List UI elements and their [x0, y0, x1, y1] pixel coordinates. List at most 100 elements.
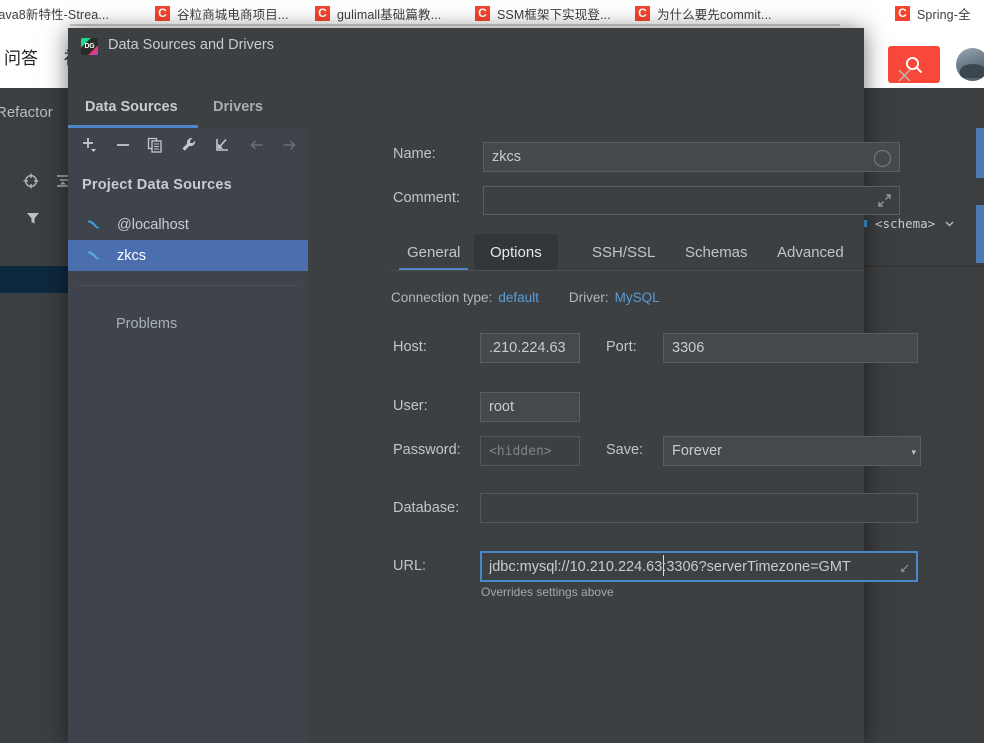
tab-general-label: General — [407, 244, 461, 261]
connection-info-row: Connection type: default Driver: MySQL — [391, 290, 660, 305]
csdn-favicon-icon: C — [155, 5, 170, 21]
data-source-settings-pane: Name: zkcs Comment: General Options SSH/… — [308, 64, 921, 743]
browser-tab-label: Spring-全 — [917, 7, 971, 22]
csdn-favicon-icon: C — [895, 5, 910, 21]
browser-tab-label: gulimall基础篇教... — [337, 7, 442, 22]
browser-tab[interactable]: Java8新特性-Strea... — [0, 0, 109, 26]
name-input[interactable]: zkcs — [483, 142, 900, 172]
browser-tab-label: 为什么要先commit... — [657, 7, 772, 22]
user-input[interactable]: root — [480, 392, 580, 422]
browser-tab[interactable]: C 为什么要先commit... — [635, 0, 772, 26]
properties-button[interactable] — [176, 132, 202, 158]
user-label: User: — [393, 398, 428, 414]
import-arrow-icon — [216, 138, 228, 151]
user-avatar[interactable] — [956, 48, 984, 81]
chevron-down-icon — [945, 221, 954, 226]
password-input-value: <hidden> — [489, 443, 552, 459]
chevron-down-icon: ▾ — [911, 447, 916, 457]
problems-item[interactable]: Problems — [116, 316, 177, 332]
plus-icon — [83, 138, 96, 152]
arrow-left-icon — [250, 140, 263, 150]
port-input[interactable]: 3306 — [663, 333, 918, 363]
browser-tab-label: Java8新特性-Strea... — [0, 7, 110, 22]
datagrip-icon: DG — [81, 38, 98, 55]
connection-type-label: Connection type: — [391, 290, 493, 305]
ide-scrollbar-thumb[interactable] — [976, 205, 984, 263]
expand-icon[interactable] — [898, 562, 911, 575]
tab-drivers[interactable]: Drivers — [213, 99, 263, 115]
wrench-icon — [182, 138, 196, 151]
tab-general[interactable]: General — [391, 234, 476, 271]
navigate-forward-button[interactable] — [276, 132, 302, 158]
name-label: Name: — [393, 146, 436, 162]
save-dropdown-value: Forever — [672, 443, 722, 459]
browser-tab[interactable]: C SSM框架下实现登... — [475, 0, 611, 26]
password-label: Password: — [393, 442, 461, 458]
driver-value[interactable]: MySQL — [615, 290, 660, 305]
dialog-title: Data Sources and Drivers — [108, 37, 275, 53]
expand-icon[interactable] — [877, 193, 892, 208]
filter-icon[interactable] — [25, 210, 41, 226]
csdn-favicon-icon: C — [635, 5, 650, 21]
remove-data-source-button[interactable] — [110, 132, 136, 158]
locate-icon[interactable] — [22, 172, 40, 190]
duplicate-data-source-button[interactable] — [142, 132, 168, 158]
save-dropdown[interactable]: Forever ▾ — [663, 436, 921, 466]
password-input[interactable]: <hidden> — [480, 436, 580, 466]
comment-label: Comment: — [393, 190, 460, 206]
tab-data-sources[interactable]: Data Sources — [85, 99, 178, 115]
left-pane-tabs: Data Sources Drivers — [68, 92, 308, 128]
left-pane-toolbar — [68, 128, 308, 164]
data-sources-group-header: Project Data Sources — [82, 177, 232, 193]
import-button[interactable] — [210, 132, 236, 158]
ide-menu-refactor[interactable]: Refactor — [0, 104, 53, 121]
data-source-item-zkcs[interactable]: zkcs — [68, 240, 308, 271]
tab-options-label: Options — [490, 244, 542, 261]
color-swatch-icon[interactable] — [874, 150, 891, 167]
settings-tabs: General Options SSH/SSL Schemas Advanced — [391, 234, 864, 271]
add-data-source-button[interactable] — [76, 132, 102, 158]
data-sources-left-pane: Data Sources Drivers Project Data Source… — [68, 92, 308, 743]
text-cursor — [663, 555, 664, 576]
tab-schemas[interactable]: Schemas — [669, 234, 764, 271]
url-input[interactable]: jdbc:mysql://10.210.224.63:3306?serverTi… — [480, 551, 918, 582]
nav-link-qa[interactable]: 问答 — [4, 44, 38, 69]
browser-tab[interactable]: C Spring-全 — [895, 0, 971, 26]
ide-scrollbar-thumb[interactable] — [976, 128, 984, 178]
data-source-label: zkcs — [117, 247, 146, 264]
database-label: Database: — [393, 500, 460, 516]
url-input-value: jdbc:mysql://10.210.224.63:3306?serverTi… — [489, 558, 851, 575]
tabs-divider — [391, 270, 864, 271]
data-source-label: @localhost — [117, 216, 189, 233]
name-input-value: zkcs — [492, 149, 521, 165]
port-input-value: 3306 — [672, 340, 705, 356]
browser-tab[interactable]: C 谷粒商城电商项目... — [155, 0, 289, 26]
data-sources-dialog: DG Data Sources and Drivers Data Sources… — [68, 28, 921, 743]
tab-schemas-label: Schemas — [685, 244, 748, 261]
copy-icon — [147, 137, 162, 153]
tab-ssh-ssl[interactable]: SSH/SSL — [576, 234, 671, 271]
comment-input[interactable] — [483, 186, 900, 215]
dialog-title-bar: DG Data Sources and Drivers — [68, 28, 864, 64]
save-label: Save: — [606, 442, 644, 458]
tab-options[interactable]: Options — [474, 234, 558, 271]
host-label: Host: — [393, 339, 427, 355]
csdn-favicon-icon: C — [475, 5, 490, 21]
tab-advanced-label: Advanced — [777, 244, 844, 261]
close-button[interactable] — [888, 60, 920, 90]
tab-advanced[interactable]: Advanced — [761, 234, 860, 271]
connection-type-value[interactable]: default — [498, 290, 539, 305]
browser-tab[interactable]: C gulimall基础篇教... — [315, 0, 441, 26]
port-label: Port: — [606, 339, 637, 355]
ide-selected-row — [0, 266, 70, 293]
csdn-favicon-icon: C — [315, 5, 330, 21]
url-hint-text: Overrides settings above — [481, 585, 614, 599]
host-input[interactable]: .210.224.63 — [480, 333, 580, 363]
database-input[interactable] — [480, 493, 918, 523]
driver-label: Driver: — [568, 290, 609, 305]
browser-tab-label: SSM框架下实现登... — [497, 7, 611, 22]
url-label: URL: — [393, 558, 427, 574]
navigate-back-button[interactable] — [244, 132, 270, 158]
browser-tab-strip: Java8新特性-Strea... C 谷粒商城电商项目... C gulima… — [0, 0, 984, 26]
data-source-item-localhost[interactable]: @localhost — [68, 209, 308, 240]
